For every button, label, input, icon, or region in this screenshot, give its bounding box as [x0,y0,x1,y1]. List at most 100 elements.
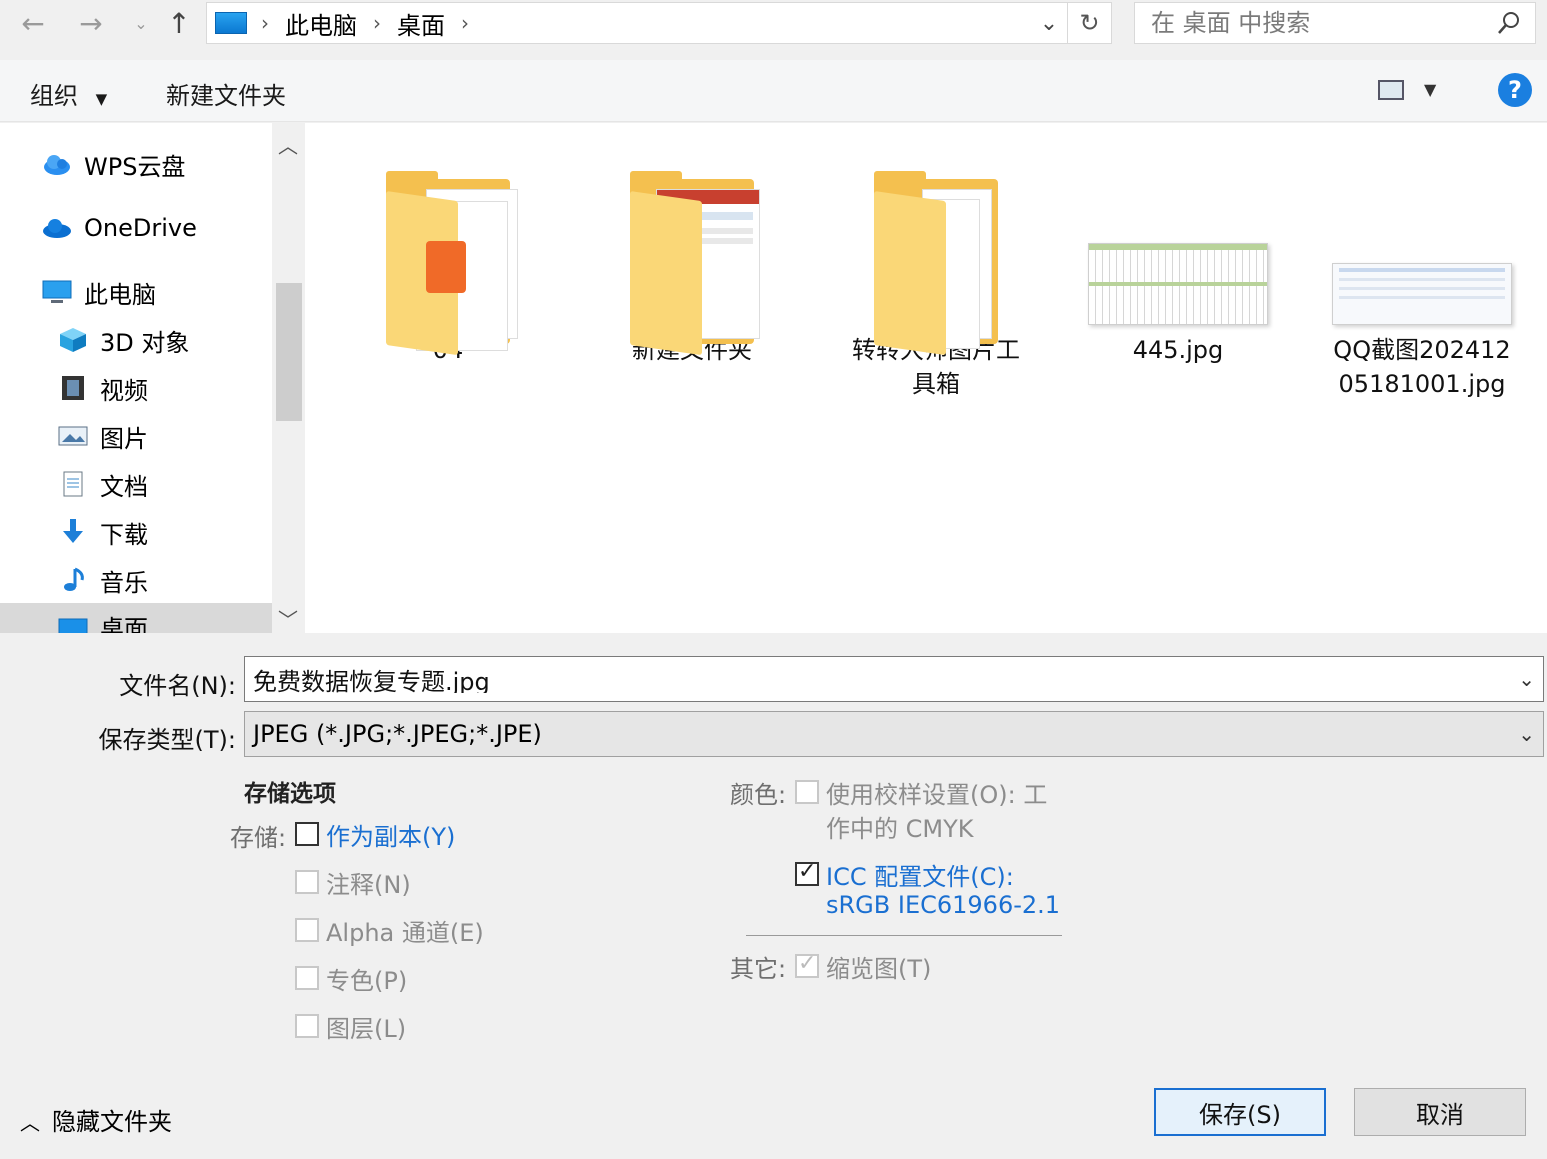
icc-profile-checkbox[interactable] [795,859,819,886]
music-icon [64,567,84,591]
image-thumbnail [1078,141,1278,341]
chevron-down-icon[interactable]: ⌄ [1518,667,1535,691]
address-bar[interactable]: › 此电脑 › 桌面 › [206,2,1068,44]
back-button[interactable]: ← [14,4,52,42]
file-item-folder[interactable]: 转转大师图片工具箱 [836,141,1036,401]
pictures-icon [58,426,88,446]
breadcrumb-desktop[interactable]: 桌面 [397,6,445,41]
this-pc-icon [42,280,72,303]
as-copy-checkbox[interactable] [295,822,319,846]
options-divider [746,935,1062,936]
scroll-down-icon[interactable]: ﹀ [278,604,298,633]
sidebar-item-wps-cloud[interactable]: WPS云盘 [0,141,272,187]
sidebar-item-label: 图片 [100,424,148,453]
address-dropdown-button[interactable]: ⌄ [1032,4,1066,42]
save-options-heading: 存储选项 [244,781,336,807]
scroll-up-icon[interactable]: ︿ [278,130,298,159]
notes-checkbox [295,870,319,894]
chevron-up-icon: ︿ [20,1111,40,1135]
hide-folders-label: 隐藏文件夹 [52,1108,172,1136]
filename-input[interactable] [253,665,1493,693]
documents-icon [63,471,83,497]
sidebar-item-label: OneDrive [84,214,197,242]
sidebar-item-downloads[interactable]: 下载 [0,509,272,555]
help-button[interactable]: ? [1498,73,1532,107]
thumbnail-label: 缩览图(T) [826,955,932,983]
chevron-right-icon[interactable]: › [261,11,269,35]
filetype-value: JPEG (*.JPG;*.JPEG;*.JPE) [253,720,542,748]
desktop-icon [215,12,247,34]
navigation-pane: WPS云盘 OneDrive 此电脑 3D 对象 视频 图片 文档 下载 音乐 … [0,123,272,633]
caret-down-icon[interactable]: ▼ [1424,80,1436,99]
spot-color-label: 专色(P) [326,967,408,995]
refresh-button[interactable]: ↻ [1068,2,1112,44]
change-view-icon[interactable] [1378,80,1404,100]
file-item-folder[interactable]: 新建文件夹 [592,141,792,367]
cancel-button[interactable]: 取消 [1354,1088,1526,1136]
caret-down-icon: ▼ [95,90,108,108]
file-list: 04 新建文件夹 转转大师图片工具箱 [305,123,1547,633]
sidebar-item-music[interactable]: 音乐 [0,557,272,603]
alpha-channel-checkbox [295,918,319,942]
file-item-image[interactable]: QQ截图20241205181001.jpg [1322,141,1522,401]
search-icon[interactable] [1495,9,1523,37]
breadcrumb-this-pc[interactable]: 此电脑 [285,6,357,41]
thumbnail-checkbox [795,951,819,978]
desktop-icon [58,618,88,633]
spot-color-checkbox [295,966,319,990]
sidebar-item-label: 下载 [100,520,148,549]
search-input[interactable] [1151,9,1481,37]
forward-button[interactable]: → [72,4,110,42]
sidebar-item-label: 音乐 [100,568,148,597]
sidebar-item-onedrive[interactable]: OneDrive [0,205,272,251]
wps-cloud-icon [44,155,70,175]
recent-locations-button[interactable]: ⌄ [122,4,160,42]
up-button[interactable]: ↑ [160,4,198,42]
layers-label: 图层(L) [326,1015,407,1043]
search-box[interactable] [1134,2,1536,44]
image-thumbnail [1322,141,1522,341]
organize-label: 组织 [30,82,78,110]
videos-icon [62,376,84,400]
notes-label: 注释(N) [326,871,411,899]
sidebar-item-label: 文档 [100,472,148,501]
onedrive-icon [43,219,71,238]
filetype-label: 保存类型(T): [98,726,236,754]
icc-profile-label-line2: sRGB IEC61966-2.1 [826,891,1061,919]
save-button[interactable]: 保存(S) [1154,1088,1326,1136]
sidebar-item-this-pc[interactable]: 此电脑 [0,269,272,315]
chevron-right-icon[interactable]: › [373,11,381,35]
chevron-down-icon[interactable]: ⌄ [1518,722,1535,746]
as-copy-label[interactable]: 作为副本(Y) [326,817,455,852]
other-label: 其它: [730,955,787,983]
alpha-channel-label: Alpha 通道(E) [326,919,484,947]
sidebar-item-label: WPS云盘 [84,152,186,181]
folder-icon [348,141,548,356]
sidebar-item-videos[interactable]: 视频 [0,365,272,411]
folder-icon [836,141,1036,356]
sidebar-item-label: 3D 对象 [100,328,190,357]
hide-folders-toggle[interactable]: ︿ 隐藏文件夹 [20,1102,172,1137]
folder-icon [592,141,792,356]
file-item-image[interactable]: 445.jpg [1078,141,1278,367]
filename-label: 文件名(N): [119,672,236,700]
filename-field[interactable]: ⌄ [244,656,1544,702]
color-label: 颜色: [730,781,787,809]
sidebar-item-3d-objects[interactable]: 3D 对象 [0,317,272,363]
chevron-right-icon[interactable]: › [461,11,469,35]
command-bar: 组织 ▼ 新建文件夹 [0,60,1547,122]
store-label: 存储: [230,824,287,852]
filetype-select[interactable]: JPEG (*.JPG;*.JPEG;*.JPE) ⌄ [244,711,1544,757]
new-folder-button[interactable]: 新建文件夹 [166,76,286,111]
3d-objects-icon [60,328,86,352]
sidebar-item-label: 桌面 [100,614,148,634]
downloads-icon [63,519,83,543]
sidebar-scrollbar-thumb[interactable] [276,283,302,421]
sidebar-item-pictures[interactable]: 图片 [0,413,272,459]
proof-setup-label-line2: 作中的 CMYK [826,815,974,843]
sidebar-item-documents[interactable]: 文档 [0,461,272,507]
organize-menu[interactable]: 组织 ▼ [30,76,107,111]
sidebar-item-desktop[interactable]: 桌面 [0,603,272,633]
icc-profile-label-line1[interactable]: ICC 配置文件(C): [826,857,1014,892]
file-item-folder[interactable]: 04 [348,141,548,367]
